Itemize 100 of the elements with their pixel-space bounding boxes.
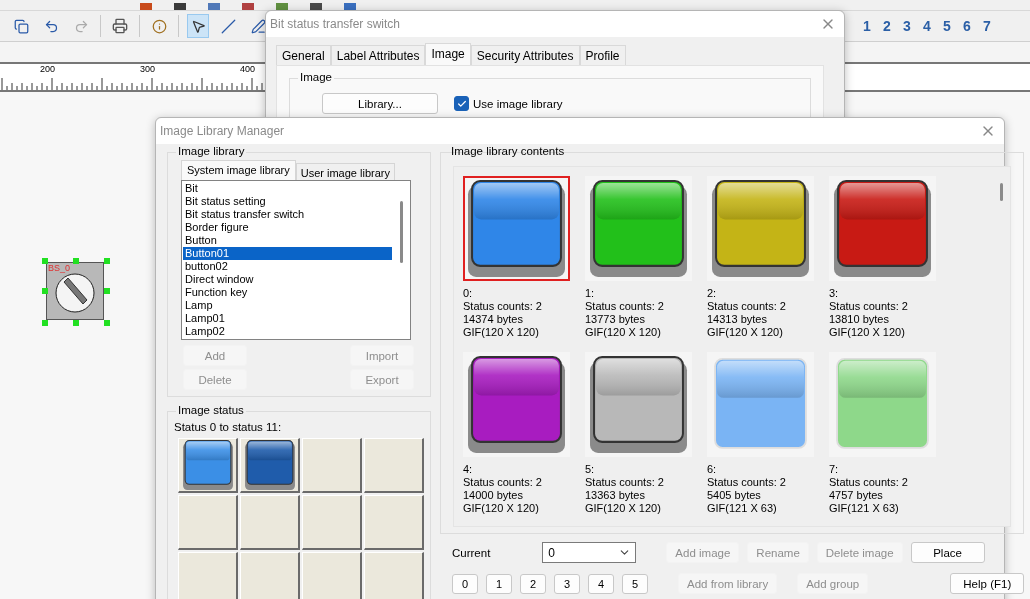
selection-handle[interactable] <box>73 258 79 264</box>
image-index: 2: <box>707 287 717 300</box>
status-slot[interactable] <box>302 552 362 599</box>
ruler-label: 200 <box>40 64 56 74</box>
status-slot[interactable] <box>240 552 300 599</box>
image-format: GIF(120 X 120) <box>829 326 905 339</box>
image-index: 5: <box>585 463 595 476</box>
group-title: Image status <box>176 404 246 416</box>
selection-handle[interactable] <box>104 288 110 294</box>
tab[interactable]: Label Attributes <box>330 45 426 65</box>
image-action-button[interactable]: Place <box>910 542 985 563</box>
status-slot[interactable] <box>364 552 424 599</box>
list-item[interactable]: Border figure <box>183 221 392 234</box>
status-slot[interactable] <box>302 495 362 550</box>
status-count: Status counts: 2 <box>829 476 908 489</box>
image-format: GIF(120 X 120) <box>463 502 539 515</box>
scrollbar-thumb[interactable] <box>400 201 403 263</box>
bottom-action-button[interactable]: Help (F1) <box>950 573 1025 594</box>
status-slot[interactable] <box>178 438 238 493</box>
group-title: Image library <box>176 145 247 157</box>
list-item[interactable]: Button01 <box>183 247 392 260</box>
image-format: GIF(120 X 120) <box>585 502 661 515</box>
tab[interactable]: System image library <box>181 160 296 180</box>
page-number-button[interactable]: 3 <box>897 18 917 34</box>
status-slot[interactable] <box>364 495 424 550</box>
page-number-button[interactable]: 1 <box>857 18 877 34</box>
selection-handle[interactable] <box>42 258 48 264</box>
tab[interactable]: General <box>276 45 331 65</box>
checkbox-label: Use image library <box>473 97 563 110</box>
current-label: Current <box>452 546 491 559</box>
number-button[interactable]: 0 <box>452 573 478 594</box>
list-item[interactable]: Bit <box>183 182 392 195</box>
tab[interactable]: User image library <box>295 163 395 180</box>
list-item[interactable]: Button <box>183 234 392 247</box>
list-item[interactable]: Function key <box>183 286 392 299</box>
current-select[interactable]: 0 <box>542 542 637 563</box>
page-number-button[interactable]: 5 <box>937 18 957 34</box>
status-slot[interactable] <box>178 552 238 599</box>
number-button[interactable]: 2 <box>520 573 546 594</box>
image-size: 13773 bytes <box>585 313 645 326</box>
selection-handle[interactable] <box>42 288 48 294</box>
checkbox[interactable] <box>454 96 469 111</box>
image-size: 4757 bytes <box>829 489 883 502</box>
list-item[interactable]: Direct window <box>183 273 392 286</box>
number-button[interactable]: 4 <box>588 573 614 594</box>
selection-handle[interactable] <box>73 320 79 326</box>
ruler-label: 400 <box>240 64 256 74</box>
image-size: 14374 bytes <box>463 313 523 326</box>
library-button[interactable]: Library... <box>322 93 438 114</box>
tab[interactable]: Image <box>425 43 471 65</box>
status-count: Status counts: 2 <box>707 476 786 489</box>
window-title: Bit status transfer switch <box>270 17 402 31</box>
page-number-button[interactable]: 4 <box>917 18 937 34</box>
number-button[interactable]: 5 <box>622 573 648 594</box>
status-caption: Status 0 to status 11: <box>174 421 282 433</box>
selection-handle[interactable] <box>104 320 110 326</box>
tab[interactable]: Security Attributes <box>470 45 580 65</box>
status-slot[interactable] <box>240 438 300 493</box>
image-size: 5405 bytes <box>707 489 761 502</box>
glossy-button-drawing <box>243 439 296 491</box>
image-index: 7: <box>829 463 839 476</box>
selection-handle[interactable] <box>42 320 48 326</box>
number-button[interactable]: 3 <box>554 573 580 594</box>
status-slot[interactable] <box>178 495 238 550</box>
image-index: 6: <box>707 463 717 476</box>
group-title: Image library contents <box>450 145 566 157</box>
status-slot[interactable] <box>302 438 362 493</box>
status-count: Status counts: 2 <box>463 476 542 489</box>
page-number-button[interactable]: 7 <box>977 18 997 34</box>
list-item[interactable]: Lamp02 <box>183 325 392 338</box>
page-number-button[interactable]: 2 <box>877 18 897 34</box>
image-format: GIF(120 X 120) <box>585 326 661 339</box>
status-slot[interactable] <box>364 438 424 493</box>
rotary-switch-object[interactable] <box>46 262 104 320</box>
image-index: 3: <box>829 287 839 300</box>
list-item[interactable]: button02 <box>183 260 392 273</box>
object-label: BS_0 <box>48 264 71 273</box>
image-format: GIF(120 X 120) <box>463 326 539 339</box>
list-item[interactable]: Bit status transfer switch <box>183 208 392 221</box>
status-count: Status counts: 2 <box>829 300 908 313</box>
image-index: 1: <box>585 287 595 300</box>
tab[interactable]: Profile <box>579 45 626 65</box>
pointer-icon[interactable] <box>187 14 209 38</box>
ruler-label: 300 <box>140 64 156 74</box>
list-item[interactable]: Lamp <box>183 299 392 312</box>
status-count: Status counts: 2 <box>585 300 664 313</box>
scrollbar-thumb[interactable] <box>1000 183 1004 201</box>
status-slot[interactable] <box>240 495 300 550</box>
window-title: Image Library Manager <box>160 124 286 138</box>
image-size: 14313 bytes <box>707 313 767 326</box>
image-size: 13810 bytes <box>829 313 889 326</box>
number-button[interactable]: 1 <box>486 573 512 594</box>
glossy-button-drawing <box>181 439 234 491</box>
image-format: GIF(121 X 63) <box>829 502 899 515</box>
list-item[interactable]: Lamp01 <box>183 312 392 325</box>
status-count: Status counts: 2 <box>463 300 542 313</box>
status-count: Status counts: 2 <box>585 476 664 489</box>
list-item[interactable]: Bit status setting <box>183 195 392 208</box>
page-number-button[interactable]: 6 <box>957 18 977 34</box>
selection-handle[interactable] <box>104 258 110 264</box>
